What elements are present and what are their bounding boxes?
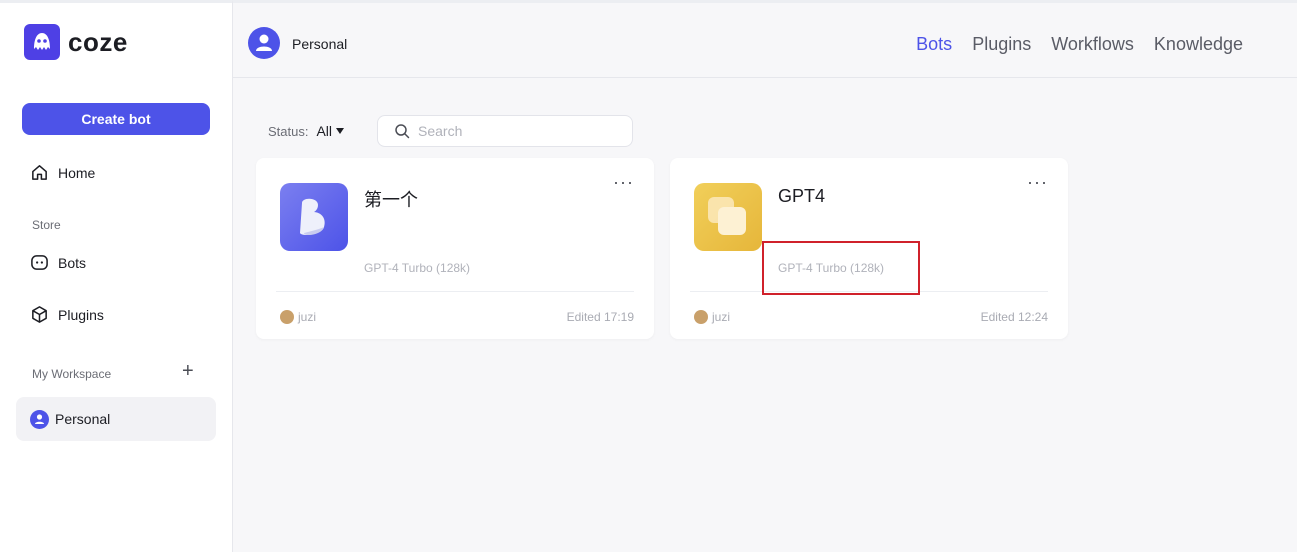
user-icon	[30, 409, 49, 429]
bot-owner: juzi	[694, 310, 730, 324]
search-box[interactable]	[377, 115, 633, 147]
store-section-label: Store	[32, 218, 61, 232]
highlight-annotation	[762, 241, 920, 295]
page-title: Personal	[292, 36, 348, 52]
search-icon	[395, 124, 410, 139]
caret-down-icon	[336, 128, 345, 134]
bot-owner: juzi	[280, 310, 316, 324]
edited-time: Edited 17:19	[566, 310, 634, 324]
add-workspace-icon[interactable]: +	[182, 361, 194, 381]
workspace-section-label: My Workspace	[32, 367, 112, 381]
home-icon	[32, 165, 47, 180]
tabs: Bots Plugins Workflows Knowledge	[916, 34, 1243, 55]
bot-name: GPT4	[778, 186, 826, 206]
divider	[276, 291, 634, 292]
sidebar-item-bots[interactable]: Bots	[30, 253, 86, 272]
sidebar-item-label: Plugins	[58, 306, 104, 323]
more-options-icon[interactable]: ···	[1027, 172, 1048, 193]
bot-icon	[31, 255, 48, 270]
status-filter[interactable]: Status: All	[268, 123, 345, 139]
status-label: Status:	[268, 123, 309, 139]
owner-avatar-icon	[280, 310, 294, 324]
owner-avatar-icon	[694, 310, 708, 324]
more-options-icon[interactable]: ···	[613, 172, 634, 193]
edited-time: Edited 12:24	[980, 310, 1048, 324]
sidebar-item-personal[interactable]: Personal	[16, 397, 216, 441]
bot-avatar-icon	[694, 183, 762, 251]
owner-name: juzi	[298, 310, 317, 324]
user-avatar-icon	[248, 27, 280, 59]
tab-workflows[interactable]: Workflows	[1051, 34, 1134, 55]
create-bot-button[interactable]: Create bot	[22, 103, 210, 135]
logo-text: coze	[68, 26, 128, 57]
tab-knowledge[interactable]: Knowledge	[1154, 34, 1243, 55]
logo[interactable]: coze	[24, 24, 128, 60]
sidebar-item-label: Bots	[58, 254, 87, 271]
tab-bots[interactable]: Bots	[916, 34, 952, 55]
sidebar-item-label: Personal	[55, 411, 111, 427]
sidebar-item-plugins[interactable]: Plugins	[30, 305, 104, 324]
sidebar: coze Create bot Home Store Bots Plugins …	[0, 0, 233, 552]
bot-card[interactable]: 第一个 GPT-4 Turbo (128k) ··· juzi Edited 1…	[256, 158, 654, 339]
tab-plugins[interactable]: Plugins	[972, 34, 1031, 55]
owner-name: juzi	[712, 310, 731, 324]
bot-model: GPT-4 Turbo (128k)	[364, 261, 471, 275]
sidebar-item-home[interactable]: Home	[30, 163, 95, 182]
status-value: All	[316, 123, 333, 139]
cube-icon	[32, 306, 47, 323]
bot-name: 第一个	[364, 190, 418, 210]
bot-avatar-icon	[280, 183, 348, 251]
header: Personal Bots Plugins Workflows Knowledg…	[233, 0, 1297, 78]
coze-logo-icon	[24, 24, 60, 60]
search-input[interactable]	[418, 123, 618, 139]
sidebar-item-label: Home	[58, 164, 96, 181]
